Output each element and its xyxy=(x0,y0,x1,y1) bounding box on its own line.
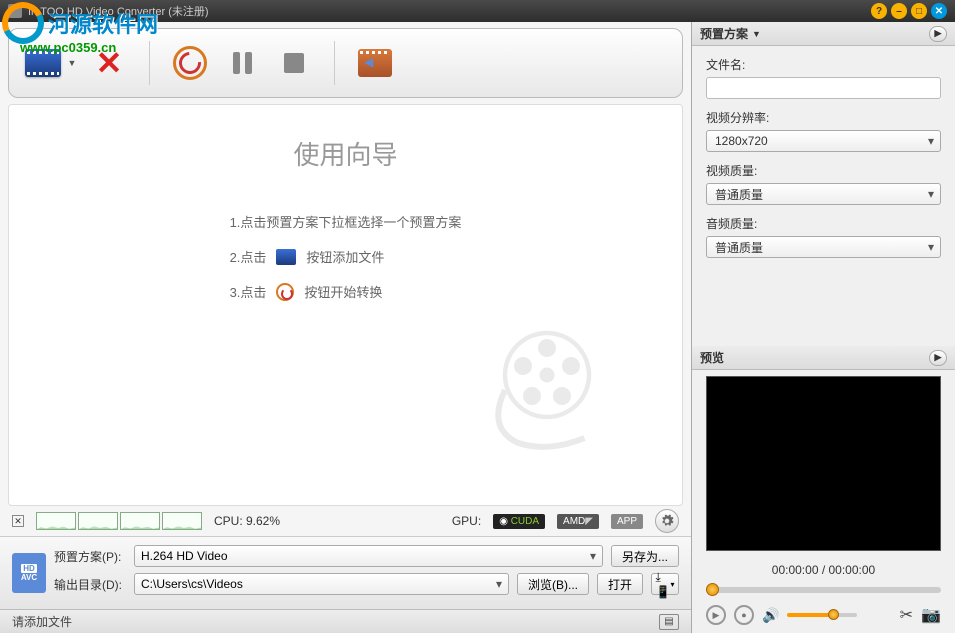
pause-icon xyxy=(233,52,252,74)
preview-video-area xyxy=(706,376,941,551)
convert-icon xyxy=(173,46,207,80)
add-file-button[interactable] xyxy=(21,41,65,85)
preset-panel-header: 预置方案▼ ▶ xyxy=(692,22,955,46)
device-export-button[interactable]: ⤓📱▾ xyxy=(651,573,679,595)
add-file-dropdown[interactable]: ▼ xyxy=(65,41,79,85)
video-quality-combo[interactable]: 普通质量 xyxy=(706,183,941,205)
wizard-title: 使用向导 xyxy=(9,135,682,172)
volume-slider[interactable] xyxy=(787,613,857,617)
audio-quality-combo[interactable]: 普通质量 xyxy=(706,236,941,258)
stop-icon xyxy=(284,53,304,73)
resolution-label: 视频分辨率: xyxy=(706,109,941,126)
delete-x-icon: ✕ xyxy=(96,44,123,82)
window-title: ImTOO HD Video Converter (未注册) xyxy=(28,3,871,19)
snapshot-button[interactable]: 📷 xyxy=(921,605,941,625)
film-reel-decoration xyxy=(472,315,622,465)
perf-settings-button[interactable] xyxy=(655,509,679,533)
stop-button[interactable] xyxy=(272,41,316,85)
toolbar: ▼ ✕ xyxy=(8,28,683,98)
browse-button[interactable]: 浏览(B)... xyxy=(517,573,589,595)
bottom-settings: HDAVC 预置方案(P): H.264 HD Video 另存为... 输出目… xyxy=(0,536,691,609)
amd-badge: AMD◤ xyxy=(557,514,599,529)
cpu-usage-label: CPU: 9.62% xyxy=(214,514,280,528)
gpu-label: GPU: xyxy=(452,514,481,528)
play-stop-button[interactable]: ● xyxy=(734,605,754,625)
audio-quality-label: 音频质量: xyxy=(706,215,941,232)
preview-panel-header: 预览 ▶ xyxy=(692,346,955,370)
close-button[interactable]: ✕ xyxy=(931,3,947,19)
video-quality-label: 视频质量: xyxy=(706,162,941,179)
cuda-badge: ◉ CUDA xyxy=(493,514,545,529)
output-dir-combo[interactable]: C:\Users\cs\Videos xyxy=(134,573,509,595)
titlebar: ImTOO HD Video Converter (未注册) ? – □ ✕ xyxy=(0,0,955,22)
filename-label: 文件名: xyxy=(706,56,941,73)
status-text: 请添加文件 xyxy=(12,613,72,630)
output-folder-button[interactable] xyxy=(353,41,397,85)
wizard-step-1: 1.点击预置方案下拉框选择一个预置方案 xyxy=(230,212,462,231)
seek-slider[interactable] xyxy=(706,587,941,593)
mark-in-button[interactable]: ✂ xyxy=(900,605,913,625)
volume-icon[interactable]: 🔊 xyxy=(762,607,779,624)
player-controls: ▶ ● 🔊 ✂ 📷 xyxy=(692,597,955,633)
convert-icon xyxy=(276,283,294,301)
cpu-graphs xyxy=(36,512,202,530)
hd-avc-icon: HDAVC xyxy=(12,553,46,593)
open-button[interactable]: 打开 xyxy=(597,573,643,595)
delete-button[interactable]: ✕ xyxy=(87,41,131,85)
resolution-combo[interactable]: 1280x720 xyxy=(706,130,941,152)
film-icon xyxy=(276,249,296,265)
help-button[interactable]: ? xyxy=(871,3,887,19)
app-badge: APP xyxy=(611,514,643,529)
preset-collapse-button[interactable]: ▶ xyxy=(929,26,947,42)
status-bar: 请添加文件 ▤ xyxy=(0,609,691,633)
gear-icon xyxy=(660,514,674,528)
convert-button[interactable] xyxy=(168,41,212,85)
main-area: 使用向导 1.点击预置方案下拉框选择一个预置方案 2.点击 按钮添加文件 3.点… xyxy=(8,104,683,506)
app-icon xyxy=(8,4,22,18)
wizard-step-2: 2.点击 按钮添加文件 xyxy=(230,247,462,266)
play-button[interactable]: ▶ xyxy=(706,605,726,625)
folder-back-icon xyxy=(358,49,392,77)
seek-thumb[interactable] xyxy=(706,583,719,596)
volume-thumb[interactable] xyxy=(828,609,839,620)
chevron-down-icon[interactable]: ▼ xyxy=(752,29,761,39)
list-view-toggle[interactable]: ▤ xyxy=(659,614,679,630)
save-as-button[interactable]: 另存为... xyxy=(611,545,679,567)
output-dir-label: 输出目录(D): xyxy=(54,576,126,593)
time-display: 00:00:00 / 00:00:00 xyxy=(692,557,955,583)
minimize-button[interactable]: – xyxy=(891,3,907,19)
perf-close-button[interactable]: ✕ xyxy=(12,515,24,527)
wizard-step-3: 3.点击 按钮开始转换 xyxy=(230,282,462,301)
preset-combo[interactable]: H.264 HD Video xyxy=(134,545,603,567)
preview-collapse-button[interactable]: ▶ xyxy=(929,350,947,366)
filename-input[interactable] xyxy=(706,77,941,99)
preset-label: 预置方案(P): xyxy=(54,548,126,565)
performance-bar: ✕ CPU: 9.62% GPU: ◉ CUDA AMD◤ APP xyxy=(0,506,691,536)
pause-button[interactable] xyxy=(220,41,264,85)
film-icon xyxy=(25,49,61,77)
maximize-button[interactable]: □ xyxy=(911,3,927,19)
